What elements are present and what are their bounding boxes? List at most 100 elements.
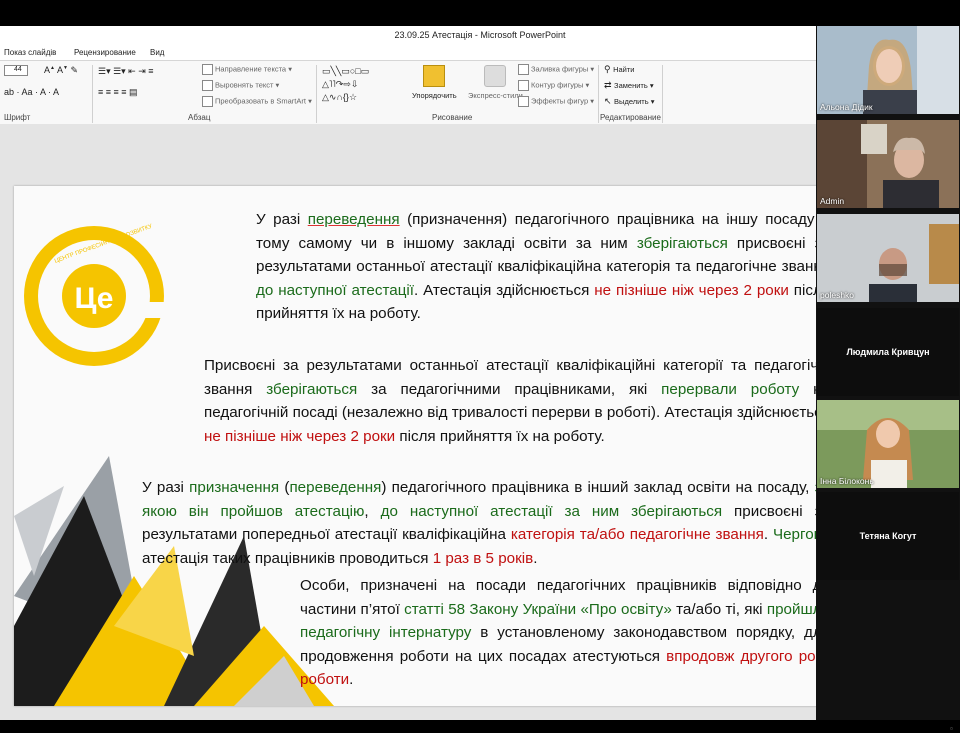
- shape-outline-label: Контур фигуры: [531, 80, 584, 90]
- text-direction-button[interactable]: Направление текста ▾: [202, 64, 292, 75]
- slide[interactable]: Це ЦЕНТР ПРОФЕСІЙНОГО РОЗВИТКУ У разі пе…: [14, 186, 840, 706]
- text-run: ,: [364, 502, 381, 520]
- clothing: [869, 284, 917, 302]
- slide-paragraph-3: У разі призначення (переведення) педагог…: [142, 476, 830, 570]
- smartart-button[interactable]: Преобразовать в SmartArt ▾: [202, 96, 312, 107]
- text-run-green: переведення: [307, 211, 400, 228]
- smartart-icon: [202, 96, 213, 107]
- select-button[interactable]: ↖ Выделить ▾: [604, 96, 655, 107]
- text-run: та/або ті, які: [671, 600, 767, 618]
- find-label: Найти: [613, 65, 635, 74]
- cursor-icon: ↖: [604, 96, 615, 106]
- replace-button[interactable]: ⇄ Заменить ▾: [604, 80, 654, 91]
- text-run-green: призначення: [189, 479, 280, 496]
- text-run: після прийняття їх на роботу.: [395, 427, 605, 445]
- logo-text: Це: [75, 282, 114, 315]
- text-run-red: не пізніше ніж через 2 роки: [204, 427, 396, 445]
- door: [929, 224, 959, 284]
- beard: [879, 264, 907, 276]
- scroll-arrow-icon[interactable]: ▫: [950, 724, 958, 733]
- replace-icon: ⇄: [604, 80, 615, 90]
- group-editing-label: Редактирование: [600, 113, 661, 122]
- logo: Це ЦЕНТР ПРОФЕСІЙНОГО РОЗВИТКУ: [24, 222, 172, 366]
- participants-panel: Альона Дідик Admin poleshko Людмила Крив…: [816, 26, 960, 720]
- participant-tile[interactable]: Людмила Кривцун: [817, 308, 959, 396]
- quick-styles-icon: [484, 65, 507, 87]
- group-drawing-label: Рисование: [432, 113, 473, 122]
- text-run-green: зберігаються: [636, 234, 728, 252]
- arrange-button[interactable]: Упорядочить: [412, 65, 457, 100]
- tab-view[interactable]: Вид: [150, 48, 164, 57]
- replace-label: Заменить: [614, 81, 648, 90]
- text-run-red: категорія та/або педагогічне звання: [510, 526, 764, 543]
- top-black-bar: [0, 0, 960, 26]
- tab-review[interactable]: Рецензирование: [74, 48, 136, 57]
- text-run-green: до наступної атестації за ним зберігають…: [380, 502, 723, 520]
- text-run: .: [533, 549, 538, 567]
- pen-icon: [518, 80, 529, 91]
- shape-effects-button[interactable]: Эффекты фигур ▾: [518, 96, 594, 107]
- shape-fill-button[interactable]: Заливка фигуры ▾: [518, 64, 594, 75]
- text-run-green: до наступної атестації: [256, 281, 415, 299]
- group-paragraph-label: Абзац: [188, 113, 211, 122]
- participant-name: Інна Білоконь: [820, 476, 874, 486]
- tab-slideshow[interactable]: Показ слайдів: [4, 48, 56, 57]
- slide-paragraph-2: Присвоєні за результатами останньої атес…: [204, 354, 830, 448]
- participant-tile[interactable]: Тетяна Когут: [817, 492, 959, 580]
- clothing: [871, 460, 907, 488]
- ribbon-separator: [662, 65, 663, 123]
- slide-paragraph-4: Особи, призначені на посади педагогічних…: [300, 574, 830, 692]
- text-run: ) педагогічного працівника в інший закла…: [381, 479, 815, 496]
- text-run-green: статті 58 Закону України «Про освіту»: [404, 600, 672, 618]
- text-run: У разі: [142, 479, 190, 496]
- bullets-icon[interactable]: ☰▾ ☰▾ ⇤ ⇥ ≡: [98, 66, 154, 77]
- quick-styles-label: Экспресс-стили: [468, 91, 523, 100]
- ribbon-separator: [598, 65, 599, 123]
- text-run: .: [763, 526, 773, 543]
- participant-tile[interactable]: Інна Білоконь: [817, 400, 959, 488]
- participant-name: poleshko: [820, 290, 855, 300]
- participant-name: Тетяна Когут: [859, 531, 917, 541]
- wall-shadow: [817, 120, 867, 208]
- participant-name: Admin: [820, 196, 845, 206]
- align-text-button[interactable]: Выровнять текст ▾: [202, 80, 279, 91]
- participant-video: [817, 120, 959, 208]
- quick-styles-button[interactable]: Экспресс-стили: [468, 65, 523, 100]
- grow-font-icon[interactable]: A▲ A▼ ✎: [44, 65, 78, 76]
- text-run: У разі: [256, 211, 308, 228]
- text-run: (: [279, 479, 290, 496]
- participant-name: Альона Дідик: [820, 102, 873, 112]
- arrange-icon: [423, 65, 446, 87]
- text-run: . Атестація здійснюється: [414, 281, 595, 299]
- font-size-value: 44: [14, 66, 22, 73]
- window-light: [917, 26, 959, 114]
- align-text-label: Выровнять текст: [215, 80, 274, 90]
- select-label: Выделить: [614, 97, 649, 106]
- ribbon-separator: [316, 65, 317, 123]
- text-run-green: перервали роботу: [661, 380, 800, 398]
- participant-tile[interactable]: Admin: [817, 120, 959, 208]
- shape-outline-button[interactable]: Контур фигуры ▾: [518, 80, 589, 91]
- text-run: за педагогічними працівниками, які: [357, 380, 662, 398]
- participant-name: Людмила Кривцун: [846, 347, 930, 357]
- align-text-icon: [202, 80, 213, 91]
- calendar: [861, 124, 887, 154]
- shape-effects-label: Эффекты фигур: [531, 96, 589, 106]
- ribbon-separator: [92, 65, 93, 123]
- shapes-gallery[interactable]: ▭╲╲▭○□▭ △˥˥↷⇨⇩ △∿∩{}☆: [322, 65, 369, 104]
- text-direction-icon: [202, 64, 213, 75]
- find-button[interactable]: ⚲ Найти: [604, 64, 635, 75]
- align-icons[interactable]: ≡ ≡ ≡ ≡ ▤: [98, 87, 138, 98]
- text-run-red: 1 раз в 5 років: [432, 549, 534, 567]
- binoculars-icon: ⚲: [604, 64, 614, 74]
- participant-tile[interactable]: poleshko: [817, 214, 959, 302]
- font-format-icons[interactable]: ab · Aa · A · A: [4, 87, 59, 97]
- text-run: .: [349, 671, 354, 688]
- participant-video: [817, 214, 959, 302]
- effects-icon: [518, 96, 529, 107]
- logo-gap: [142, 302, 172, 318]
- participant-video: [817, 400, 959, 488]
- paint-bucket-icon: [518, 64, 529, 75]
- text-direction-label: Направление текста: [215, 64, 287, 74]
- participant-tile[interactable]: Альона Дідик: [817, 26, 959, 114]
